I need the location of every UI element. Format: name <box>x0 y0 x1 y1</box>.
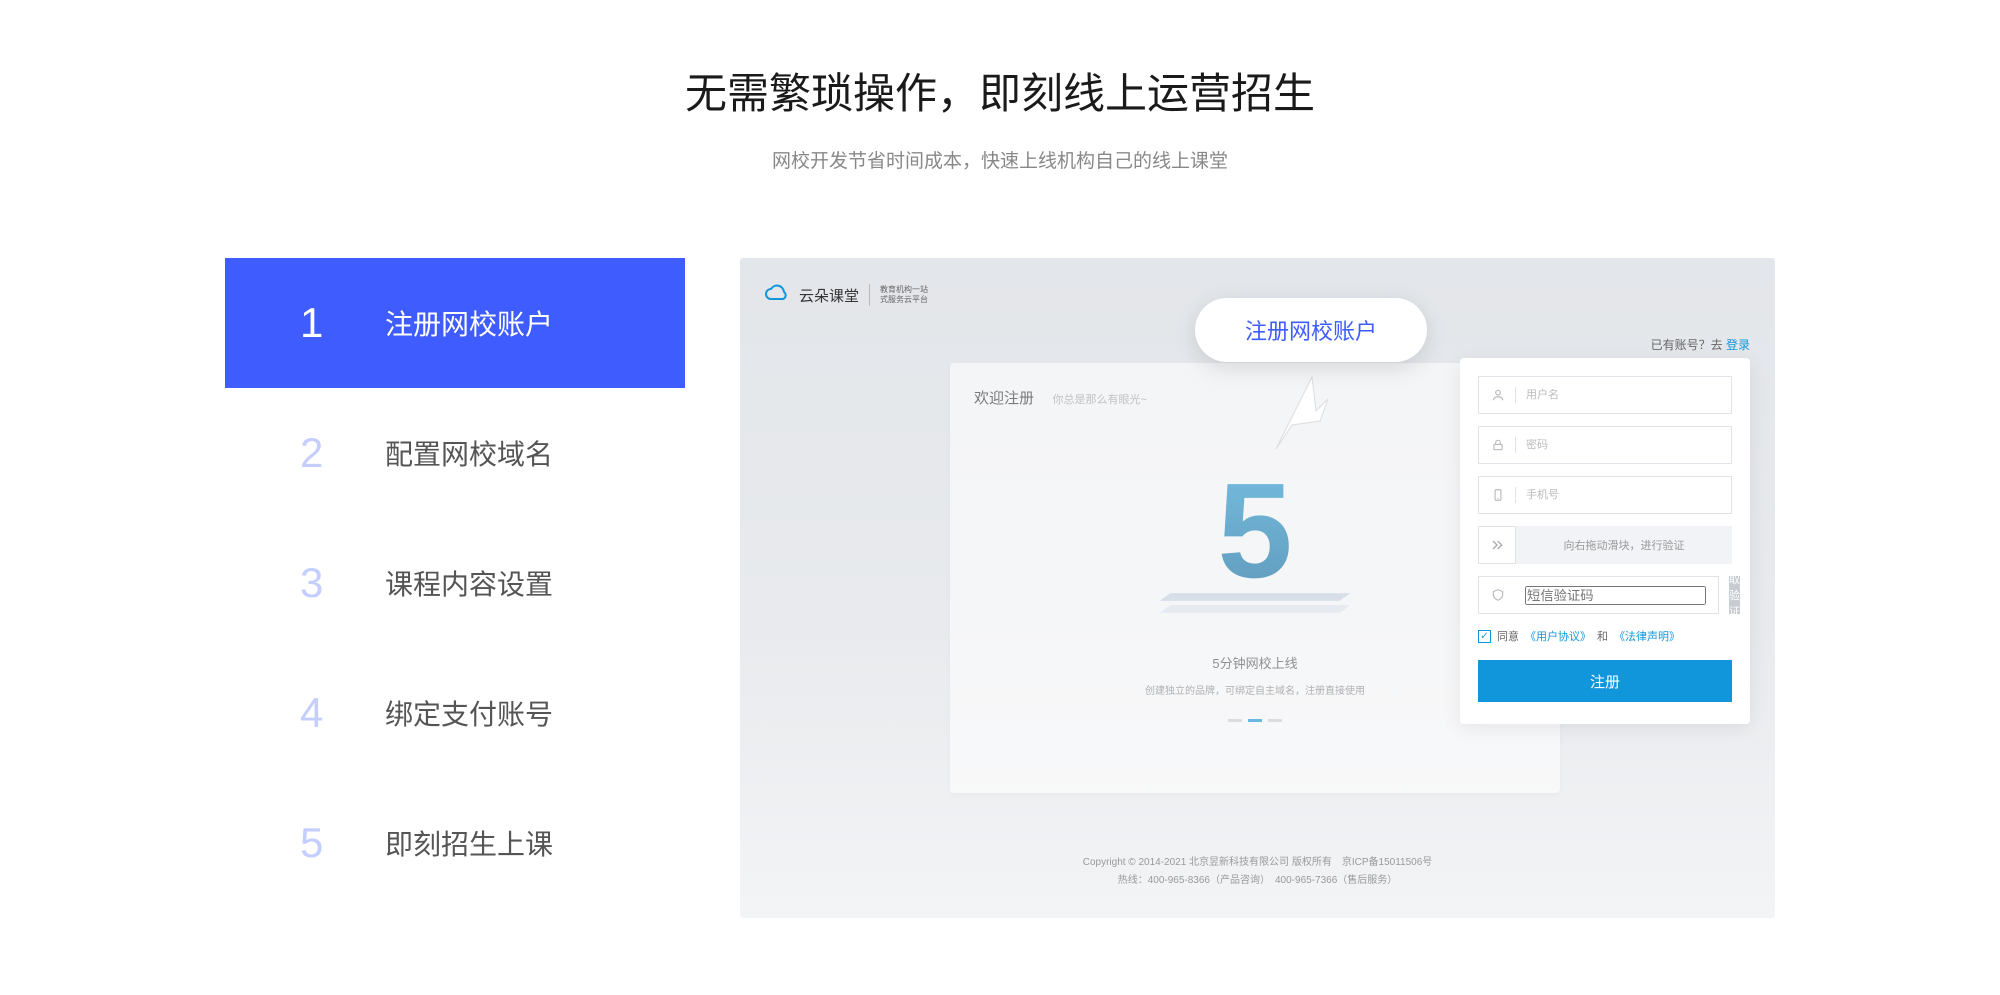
step-label: 注册网校账户 <box>385 303 553 343</box>
register-button[interactable]: 注册 <box>1478 660 1732 702</box>
login-link[interactable]: 登录 <box>1726 338 1750 352</box>
agree-and: 和 <box>1597 628 1608 644</box>
logo-divider <box>869 284 870 306</box>
step-label: 课程内容设置 <box>385 563 553 603</box>
get-sms-button[interactable]: 获取验证码 <box>1729 576 1740 614</box>
agreement-checkbox[interactable]: ✓ <box>1478 630 1491 643</box>
cursor-arrow-icon <box>1270 363 1330 458</box>
platform-shadow-icon <box>1165 588 1345 628</box>
welcome-title: 欢迎注册 <box>974 387 1034 408</box>
username-input[interactable] <box>1526 389 1719 401</box>
agree-prefix: 同意 <box>1497 628 1519 644</box>
shield-icon <box>1491 588 1505 602</box>
step-number: 4 <box>300 689 385 737</box>
footer-copyright: Copyright © 2014-2021 北京昱新科技有限公司 版权所有 京I… <box>740 854 1775 890</box>
page-subtitle: 网校开发节省时间成本，快速上线机构自己的线上课堂 <box>0 146 2000 173</box>
step-item-3[interactable]: 3 课程内容设置 <box>225 518 685 648</box>
big-5-illustration: 5 5分钟网校上线 创建独立的品牌，可绑定自主域名，注册直接使用 <box>974 463 1536 722</box>
step-item-4[interactable]: 4 绑定支付账号 <box>225 648 685 778</box>
already-have-account: 已有账号？去 登录 <box>1651 336 1750 353</box>
slider-handle[interactable] <box>1478 526 1516 564</box>
slider-text: 向右拖动滑块，进行验证 <box>1516 537 1732 553</box>
preview-panel: 云朵课堂 教育机构一站 式服务云平台 已有账号？去 登录 欢迎注册 你总是那么有… <box>740 258 1775 918</box>
pager-dot[interactable] <box>1228 719 1242 722</box>
pager-dot[interactable] <box>1268 719 1282 722</box>
step-item-5[interactable]: 5 即刻招生上课 <box>225 778 685 908</box>
illustration-desc: 创建独立的品牌，可绑定自主域名，注册直接使用 <box>974 682 1536 697</box>
phone-icon <box>1491 488 1505 502</box>
step-number: 5 <box>300 819 385 867</box>
register-form: 向右拖动滑块，进行验证 获取验证码 ✓ 同意 《用户协议》 和 《法律声明》 <box>1460 358 1750 724</box>
step-item-2[interactable]: 2 配置网校域名 <box>225 388 685 518</box>
logo-text: 云朵课堂 <box>799 285 859 306</box>
step-number: 3 <box>300 559 385 607</box>
illustration-caption: 5分钟网校上线 <box>974 653 1536 672</box>
welcome-subtitle: 你总是那么有眼光~ <box>1052 394 1146 406</box>
logo-bar: 云朵课堂 教育机构一站 式服务云平台 <box>765 283 928 307</box>
double-chevron-right-icon <box>1489 537 1505 553</box>
username-field[interactable] <box>1478 376 1732 414</box>
page-title: 无需繁琐操作，即刻线上运营招生 <box>0 0 2000 121</box>
legal-statement-link[interactable]: 《法律声明》 <box>1614 628 1680 644</box>
sms-field[interactable] <box>1478 576 1719 614</box>
sms-row: 获取验证码 <box>1478 576 1732 614</box>
big-5-numeral: 5 <box>1217 463 1292 598</box>
step-number: 1 <box>300 299 385 347</box>
step-label: 即刻招生上课 <box>385 823 553 863</box>
step-number: 2 <box>300 429 385 477</box>
step-item-1[interactable]: 1 注册网校账户 <box>225 258 685 388</box>
phone-input[interactable] <box>1526 489 1719 501</box>
step-label: 绑定支付账号 <box>385 693 553 733</box>
sms-input[interactable] <box>1525 586 1706 605</box>
user-icon <box>1491 388 1505 402</box>
logo-subtitle: 教育机构一站 式服务云平台 <box>880 285 928 306</box>
pager-dot-active[interactable] <box>1248 719 1262 722</box>
user-agreement-link[interactable]: 《用户协议》 <box>1525 628 1591 644</box>
main-content: 1 注册网校账户 2 配置网校域名 3 课程内容设置 4 绑定支付账号 5 即刻… <box>0 258 2000 918</box>
agreement-row: ✓ 同意 《用户协议》 和 《法律声明》 <box>1478 628 1732 644</box>
password-field[interactable] <box>1478 426 1732 464</box>
phone-field[interactable] <box>1478 476 1732 514</box>
tooltip-bubble: 注册网校账户 <box>1195 298 1427 362</box>
pager-dots <box>974 719 1536 722</box>
password-input[interactable] <box>1526 439 1719 451</box>
lock-icon <box>1491 438 1505 452</box>
step-label: 配置网校域名 <box>385 433 553 473</box>
cloud-logo-icon <box>765 283 789 307</box>
slider-captcha[interactable]: 向右拖动滑块，进行验证 <box>1478 526 1732 564</box>
step-sidebar: 1 注册网校账户 2 配置网校域名 3 课程内容设置 4 绑定支付账号 5 即刻… <box>225 258 685 908</box>
